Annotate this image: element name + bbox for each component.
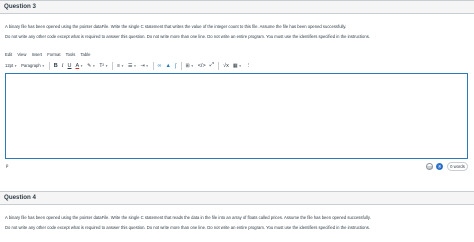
- align-left-icon: ≡: [117, 62, 120, 69]
- chevron-down-icon: ▼: [92, 63, 96, 68]
- editor-toolbar: 12pt ▼ Paragraph ▼ B I U A ▼ ✎ ▼ T² ▼ ≡ ▼ ☰ ▼ ⇥…: [5, 60, 469, 71]
- question-4-prompt: A binary file has been opened using the …: [5, 215, 371, 220]
- question-3-header: Question 3: [0, 0, 474, 14]
- underline-button[interactable]: U: [68, 63, 72, 69]
- block-format-select[interactable]: Paragraph ▼: [21, 61, 45, 70]
- editor-statusbar: p ⌨ ♿ 0 words: [5, 161, 468, 171]
- lti-tool-icon[interactable]: ∫: [175, 63, 177, 69]
- link-icon[interactable]: ∞: [158, 63, 162, 69]
- chevron-down-icon: ▼: [120, 63, 124, 68]
- accessibility-checker-icon[interactable]: ♿: [436, 163, 443, 170]
- toolbar-divider: [218, 61, 220, 70]
- embed-icon: ⊞: [185, 62, 190, 69]
- question-3-prompt: A binary file has been opened using the …: [5, 24, 347, 29]
- superscript-button[interactable]: T² ▼: [99, 61, 108, 70]
- question-4-header: Question 4: [0, 191, 474, 205]
- chevron-down-icon: ▼: [238, 63, 242, 68]
- chevron-down-icon: ▼: [105, 63, 109, 68]
- question-3-instructions: Do not write any other code except what …: [5, 34, 370, 39]
- bold-button[interactable]: B: [54, 63, 58, 69]
- italic-button[interactable]: I: [62, 63, 64, 69]
- menu-tools[interactable]: Tools: [66, 52, 76, 57]
- font-size-select[interactable]: 12pt ▼: [5, 61, 17, 70]
- toolbar-divider: [112, 61, 114, 70]
- font-color-button[interactable]: A ▼: [76, 61, 84, 70]
- question-4-instructions: Do not write any other code except what …: [5, 225, 370, 230]
- table-button[interactable]: ▦ ▼: [233, 61, 242, 70]
- embed-button[interactable]: ⊞ ▼: [186, 61, 194, 70]
- fullscreen-icon[interactable]: ⤢: [210, 62, 214, 69]
- list-button[interactable]: ☰ ▼: [128, 61, 136, 70]
- menu-edit[interactable]: Edit: [5, 52, 12, 57]
- toolbar-divider: [152, 61, 154, 70]
- chevron-down-icon: ▼: [41, 63, 45, 68]
- keyboard-shortcuts-icon[interactable]: ⌨: [426, 163, 433, 170]
- menu-format[interactable]: Format: [47, 52, 60, 57]
- question-4-title: Question 4: [4, 194, 36, 201]
- chevron-down-icon: ▼: [145, 63, 149, 68]
- chevron-down-icon: ▼: [14, 63, 18, 68]
- code-view-icon[interactable]: </>: [198, 63, 206, 69]
- indent-button[interactable]: ⇥ ▼: [140, 61, 148, 70]
- indent-icon: ⇥: [140, 62, 145, 69]
- highlighter-icon: ✎: [87, 62, 92, 69]
- media-icon[interactable]: ▲: [166, 63, 171, 69]
- equation-icon[interactable]: √x: [223, 63, 229, 69]
- answer-editor[interactable]: [5, 73, 468, 159]
- chevron-down-icon: ▼: [133, 63, 137, 68]
- table-icon: ▦: [232, 62, 238, 69]
- chevron-down-icon: ▼: [80, 63, 84, 68]
- toolbar-divider: [48, 61, 50, 70]
- align-button[interactable]: ≡ ▼: [117, 61, 124, 70]
- chevron-down-icon: ▼: [190, 63, 194, 68]
- highlight-button[interactable]: ✎ ▼: [87, 61, 95, 70]
- question-3-title: Question 3: [4, 3, 36, 10]
- editor-menubar: Edit View Insert Format Tools Table: [5, 52, 94, 58]
- element-path[interactable]: p: [6, 163, 8, 168]
- word-count-button[interactable]: 0 words: [447, 162, 468, 171]
- bullet-list-icon: ☰: [127, 62, 133, 69]
- more-options-icon[interactable]: ⋮: [246, 63, 252, 69]
- menu-insert[interactable]: Insert: [32, 52, 42, 57]
- menu-table[interactable]: Table: [80, 52, 90, 57]
- menu-view[interactable]: View: [17, 52, 26, 57]
- toolbar-divider: [180, 61, 182, 70]
